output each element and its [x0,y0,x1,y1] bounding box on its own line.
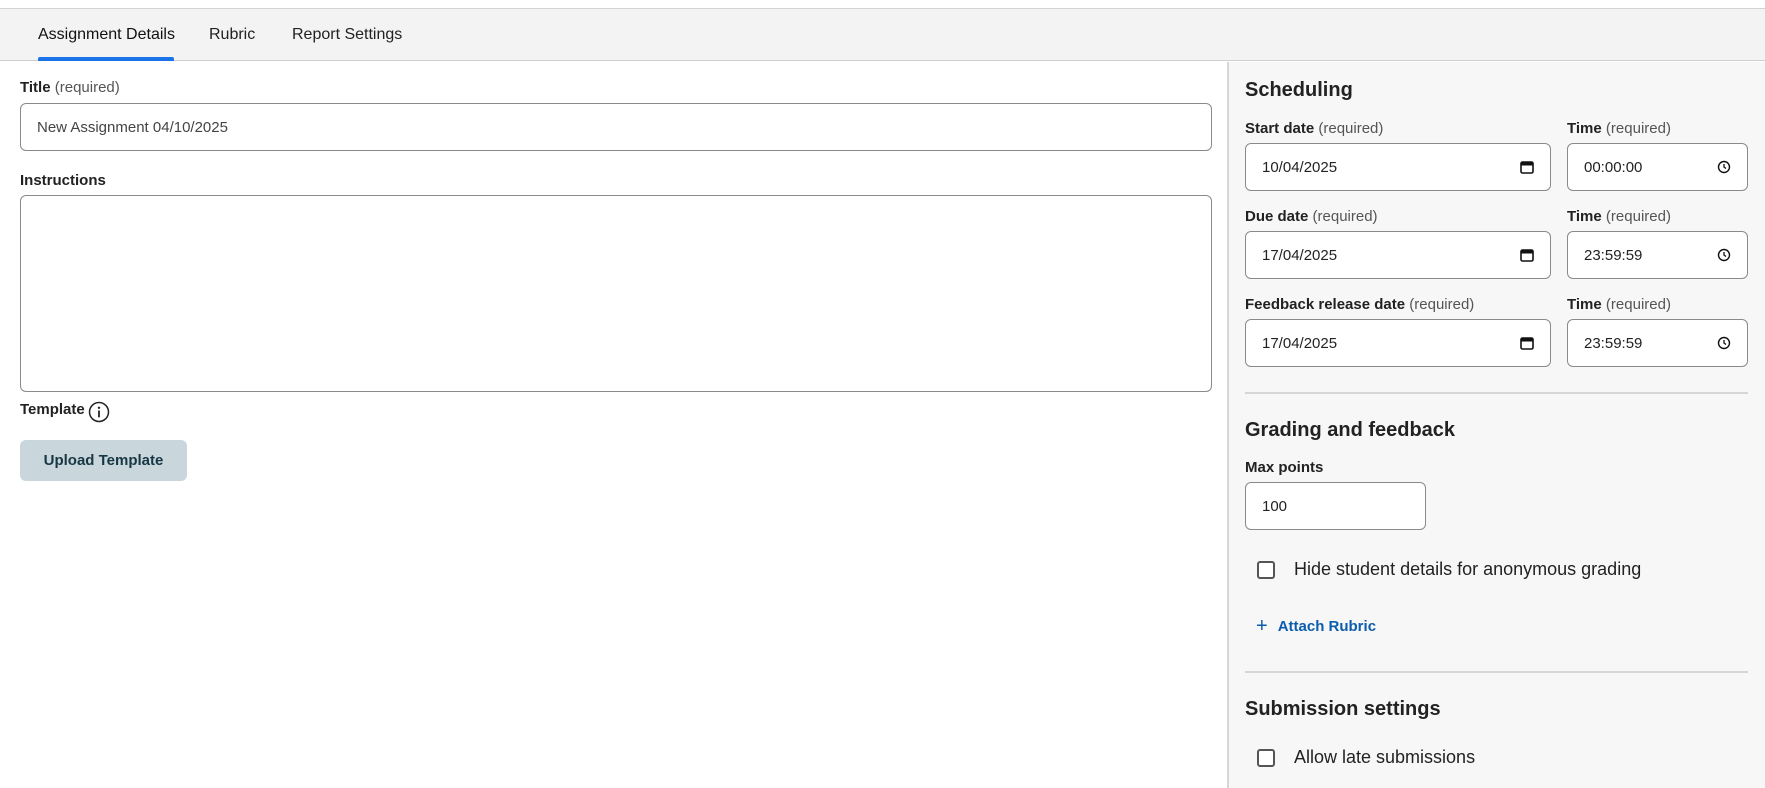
section-divider [1245,671,1748,673]
tab-report-settings[interactable]: Report Settings [292,9,402,61]
clock-icon[interactable] [1717,336,1731,350]
upload-template-button[interactable]: Upload Template [20,440,187,481]
clock-icon[interactable] [1717,248,1731,262]
section-divider [1245,392,1748,394]
max-points-input[interactable]: 100 [1245,482,1426,530]
start-time-input[interactable]: 00:00:00 [1567,143,1748,191]
calendar-icon[interactable] [1520,248,1534,262]
due-time-label-text: Time [1567,208,1602,225]
due-time-label: Time (required) [1567,208,1671,225]
title-label-text: Title [20,79,51,96]
title-input-value: New Assignment 04/10/2025 [37,118,228,136]
due-time-value: 23:59:59 [1584,246,1643,264]
due-date-required: (required) [1312,208,1378,225]
title-required-text: (required) [54,79,120,96]
start-time-value: 00:00:00 [1584,158,1643,176]
feedback-time-input[interactable]: 23:59:59 [1567,319,1748,367]
feedback-date-input[interactable]: 17/04/2025 [1245,319,1551,367]
tab-assignment-details[interactable]: Assignment Details [38,9,175,61]
active-tab-indicator [38,57,174,61]
grading-heading: Grading and feedback [1245,419,1456,441]
feedback-date-required: (required) [1409,296,1475,313]
start-date-input[interactable]: 10/04/2025 [1245,143,1551,191]
info-icon[interactable] [88,401,110,423]
feedback-time-value: 23:59:59 [1584,334,1643,352]
instructions-textarea[interactable] [20,195,1212,392]
tab-rubric[interactable]: Rubric [209,9,255,61]
start-date-label: Start date (required) [1245,120,1383,137]
late-submissions-checkbox[interactable] [1257,749,1275,767]
anonymous-grading-label: Hide student details for anonymous gradi… [1294,559,1642,579]
late-submissions-label: Allow late submissions [1294,747,1476,767]
submission-heading: Submission settings [1245,698,1441,720]
feedback-date-label: Feedback release date (required) [1245,296,1474,313]
due-time-required: (required) [1605,208,1671,225]
title-label: Title (required) [20,79,120,96]
attach-rubric-button[interactable]: + Attach Rubric [1256,615,1376,637]
plus-icon: + [1256,615,1268,637]
feedback-date-label-text: Feedback release date [1245,296,1406,313]
due-time-input[interactable]: 23:59:59 [1567,231,1748,279]
due-date-value: 17/04/2025 [1262,246,1338,264]
template-label: Template [20,401,85,418]
attach-rubric-label: Attach Rubric [1277,617,1377,635]
start-time-label-text: Time [1567,120,1602,137]
feedback-date-value: 17/04/2025 [1262,334,1338,352]
start-date-label-text: Start date [1245,120,1315,137]
due-date-label-text: Due date [1245,208,1309,225]
instructions-label: Instructions [20,172,106,189]
max-points-label: Max points [1245,459,1324,476]
calendar-icon[interactable] [1520,160,1534,174]
start-time-required: (required) [1605,120,1671,137]
tab-bar: Assignment Details Rubric Report Setting… [0,9,1765,61]
due-date-label: Due date (required) [1245,208,1378,225]
feedback-time-label: Time (required) [1567,296,1671,313]
start-time-label: Time (required) [1567,120,1671,137]
clock-icon[interactable] [1717,160,1731,174]
start-date-required: (required) [1318,120,1384,137]
feedback-time-label-text: Time [1567,296,1602,313]
calendar-icon[interactable] [1520,336,1534,350]
due-date-input[interactable]: 17/04/2025 [1245,231,1551,279]
anonymous-grading-checkbox[interactable] [1257,561,1275,579]
scheduling-heading: Scheduling [1245,79,1353,101]
max-points-value: 100 [1262,497,1288,515]
title-input[interactable]: New Assignment 04/10/2025 [20,103,1212,151]
start-date-value: 10/04/2025 [1262,158,1338,176]
feedback-time-required: (required) [1605,296,1671,313]
